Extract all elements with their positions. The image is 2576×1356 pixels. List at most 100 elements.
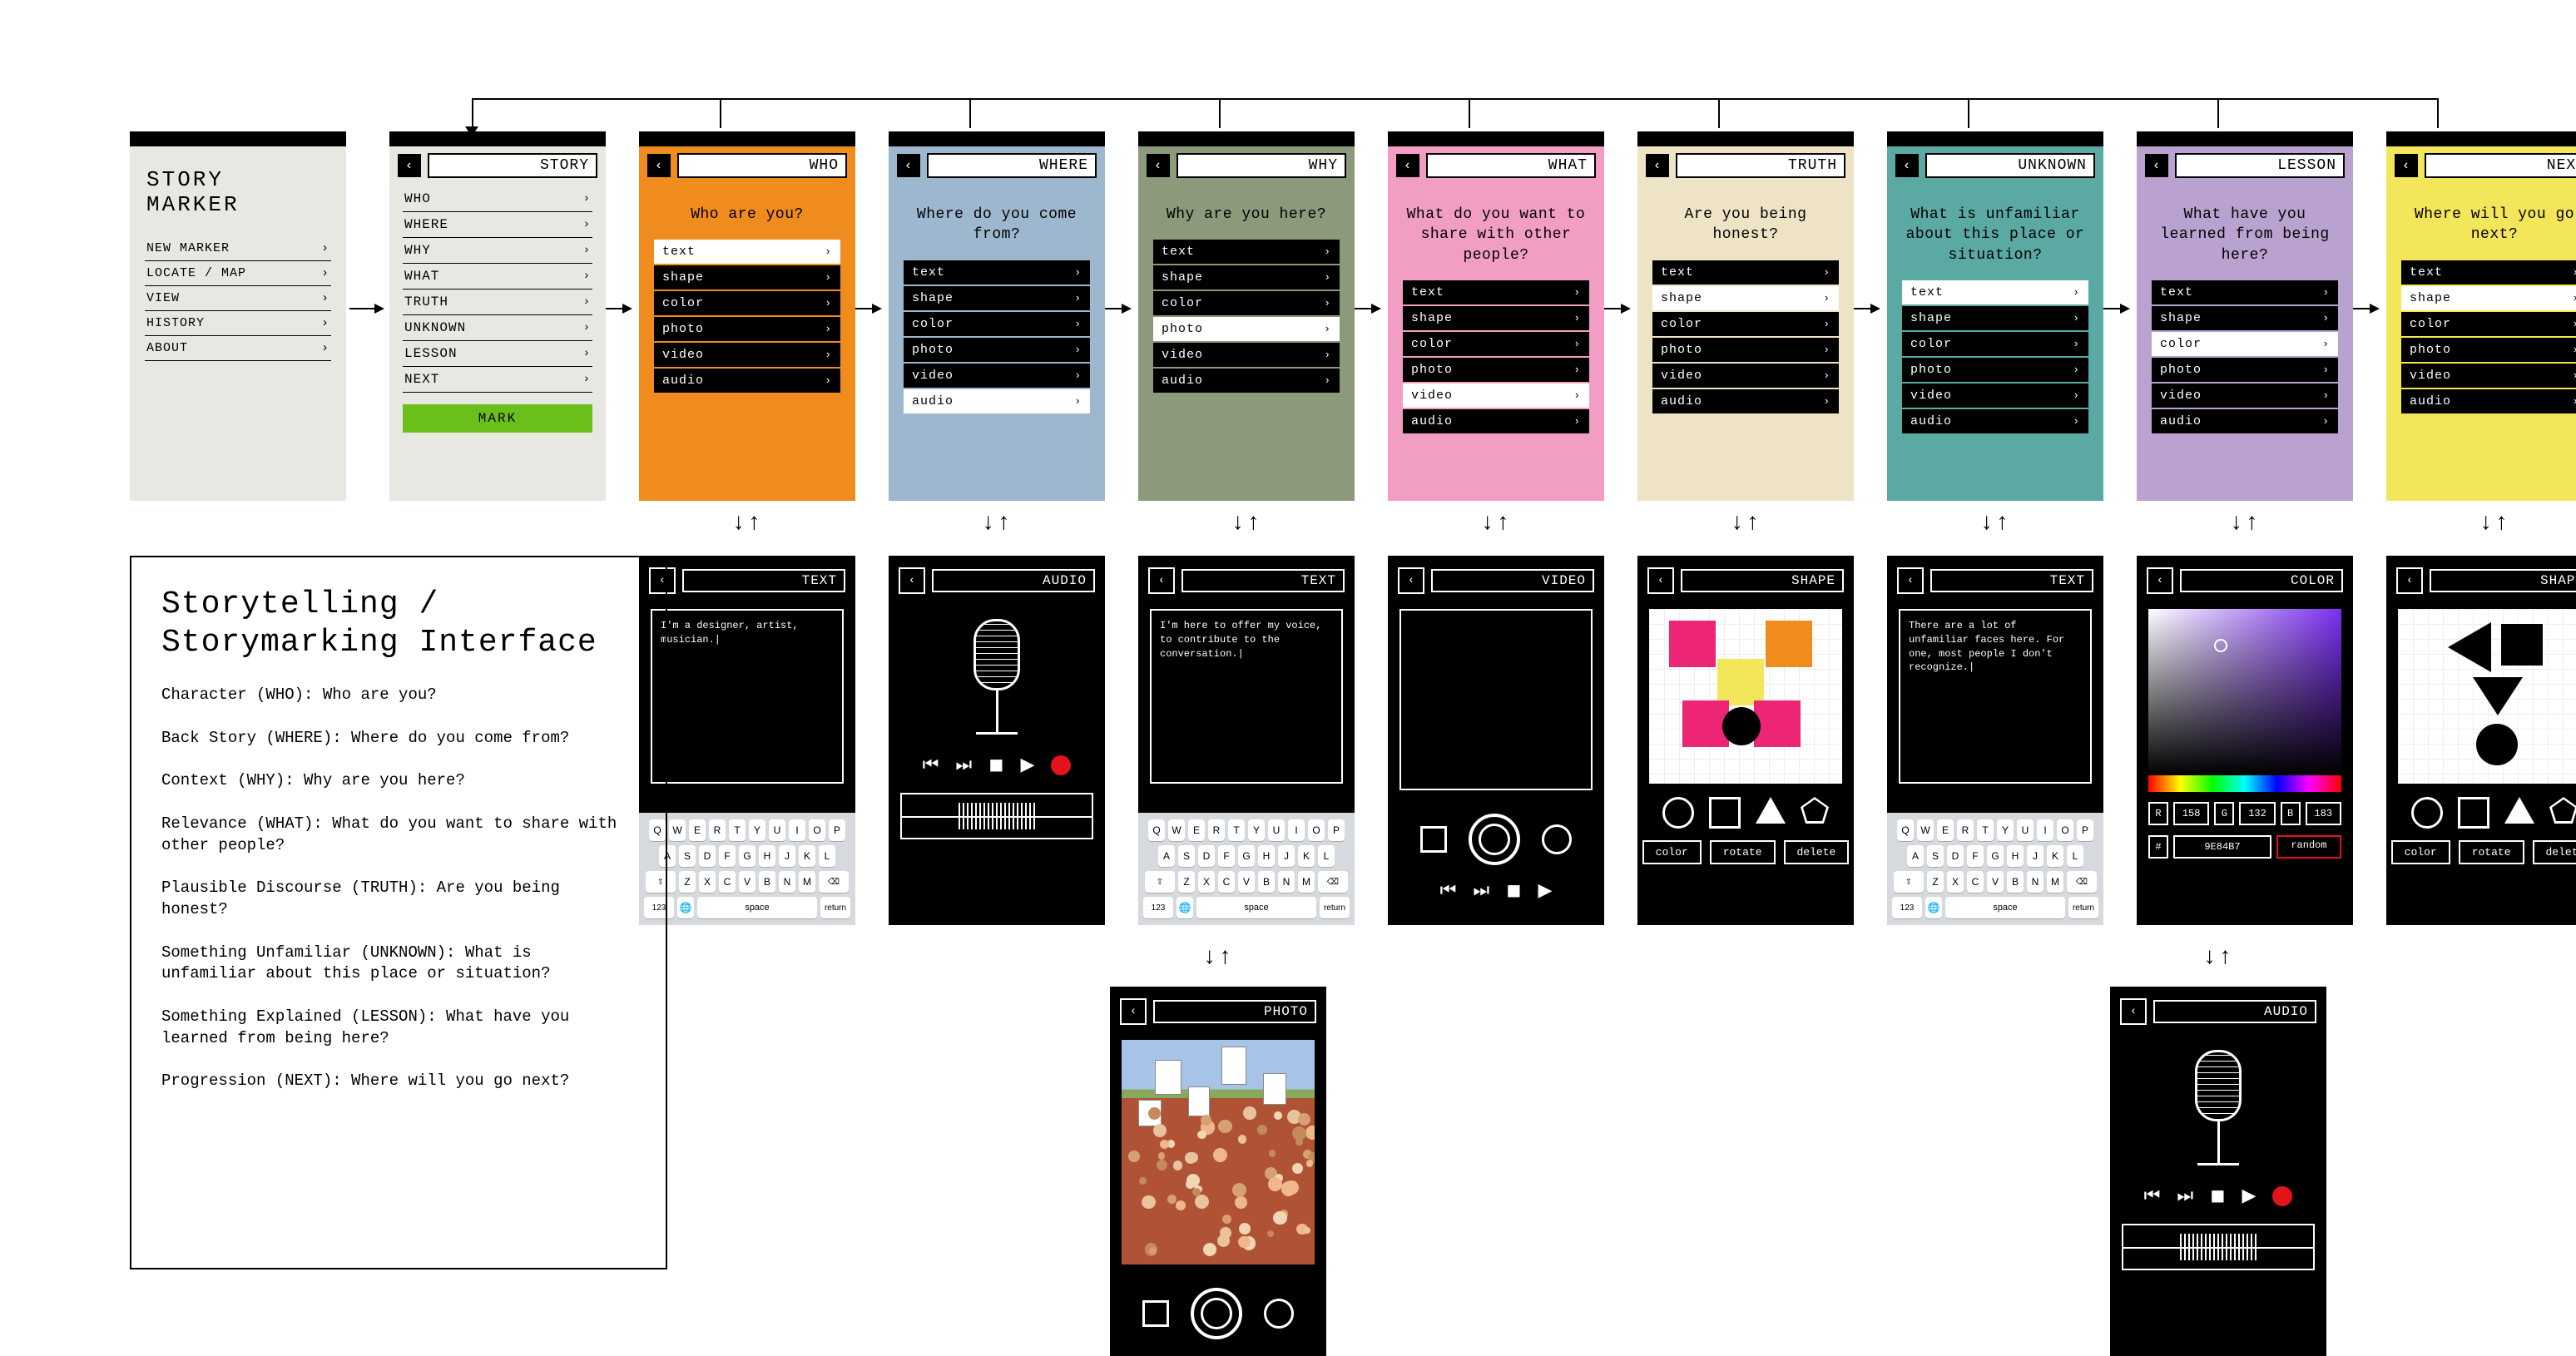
return-key[interactable]: return [2068, 897, 2098, 918]
key[interactable]: O [2057, 819, 2073, 841]
b-value[interactable]: 183 [2306, 802, 2341, 825]
stop-button[interactable]: ◼ [988, 755, 1003, 776]
play-button[interactable]: ▶ [1020, 755, 1034, 776]
g-value[interactable]: 132 [2239, 802, 2275, 825]
main-menu-item[interactable]: LOCATE / MAP› [145, 261, 331, 286]
shape-square[interactable] [2501, 624, 2543, 666]
key[interactable]: K [1298, 845, 1315, 867]
flip-camera-button[interactable] [1264, 1299, 1294, 1329]
key[interactable]: H [2007, 845, 2024, 867]
key[interactable]: N [2027, 871, 2043, 893]
key[interactable]: M [799, 871, 815, 893]
tool-triangle[interactable] [1756, 797, 1786, 824]
key[interactable]: O [809, 819, 825, 841]
back-button[interactable]: ‹ [899, 567, 925, 594]
media-option-shape[interactable]: shape› [1652, 286, 1839, 310]
key[interactable]: H [759, 845, 775, 867]
media-option-text[interactable]: text› [2401, 260, 2576, 285]
media-option-photo[interactable]: photo› [1902, 358, 2088, 382]
rotate-button[interactable]: rotate [2459, 840, 2524, 864]
space-key[interactable]: space [697, 897, 817, 918]
prev-button[interactable]: ⏮ [2144, 1186, 2161, 1207]
key[interactable]: S [679, 845, 696, 867]
media-option-video[interactable]: video› [654, 343, 840, 367]
back-button[interactable]: ‹ [647, 154, 671, 177]
key[interactable]: B [2007, 871, 2024, 893]
return-key[interactable]: return [820, 897, 850, 918]
media-option-audio[interactable]: audio› [2152, 409, 2338, 433]
key[interactable]: C [1218, 871, 1235, 893]
media-option-photo[interactable]: photo› [1153, 317, 1340, 341]
shutter-button[interactable] [1469, 814, 1520, 865]
key[interactable]: Z [679, 871, 696, 893]
shape-square[interactable] [1754, 700, 1801, 747]
main-menu-item[interactable]: NEW MARKER› [145, 236, 331, 261]
key[interactable]: R [709, 819, 726, 841]
return-key[interactable]: return [1320, 897, 1350, 918]
media-option-shape[interactable]: shape› [1153, 265, 1340, 290]
media-option-text[interactable]: text› [654, 240, 840, 264]
play-button[interactable]: ▶ [1538, 880, 1552, 902]
globe-key[interactable]: 🌐 [1177, 897, 1193, 918]
key[interactable]: F [1218, 845, 1235, 867]
main-menu-item[interactable]: ABOUT› [145, 336, 331, 361]
tool-circle[interactable] [1662, 797, 1694, 829]
media-option-video[interactable]: video› [1403, 384, 1589, 408]
story-menu-item[interactable]: WHO› [403, 186, 592, 212]
key[interactable]: L [1318, 845, 1335, 867]
tool-circle[interactable] [2411, 797, 2443, 829]
key[interactable]: U [769, 819, 785, 841]
media-option-audio[interactable]: audio› [1153, 369, 1340, 393]
media-option-audio[interactable]: audio› [1652, 389, 1839, 413]
media-option-color[interactable]: color› [1902, 332, 2088, 356]
key[interactable]: T [1228, 819, 1245, 841]
hue-slider[interactable] [2148, 775, 2341, 792]
next-button[interactable]: ⏭ [1473, 881, 1489, 902]
color-button[interactable]: color [1642, 840, 1702, 864]
key[interactable]: F [1967, 845, 1984, 867]
back-button[interactable]: ‹ [1398, 567, 1424, 594]
media-option-shape[interactable]: shape› [654, 265, 840, 290]
media-option-audio[interactable]: audio› [1403, 409, 1589, 433]
media-option-shape[interactable]: shape› [1403, 306, 1589, 330]
media-option-video[interactable]: video› [1902, 384, 2088, 408]
story-menu-item[interactable]: WHAT› [403, 264, 592, 290]
key[interactable]: G [739, 845, 755, 867]
media-option-audio[interactable]: audio› [1902, 409, 2088, 433]
media-option-photo[interactable]: photo› [2401, 338, 2576, 362]
media-option-color[interactable]: color› [654, 291, 840, 315]
key[interactable]: J [2027, 845, 2043, 867]
shape-triangle[interactable] [2448, 622, 2491, 672]
globe-key[interactable]: 🌐 [677, 897, 694, 918]
key[interactable]: I [2037, 819, 2053, 841]
key[interactable]: K [2047, 845, 2063, 867]
key[interactable]: W [1917, 819, 1934, 841]
key[interactable]: S [1178, 845, 1195, 867]
key[interactable]: D [699, 845, 716, 867]
shape-triangle[interactable] [2473, 677, 2523, 715]
record-button[interactable] [1051, 755, 1071, 775]
backspace-key[interactable]: ⌫ [1318, 871, 1348, 893]
media-option-text[interactable]: text› [1652, 260, 1839, 285]
media-option-video[interactable]: video› [904, 364, 1090, 388]
key[interactable]: X [1947, 871, 1964, 893]
key[interactable]: D [1947, 845, 1964, 867]
key[interactable]: B [759, 871, 775, 893]
story-menu-item[interactable]: WHY› [403, 238, 592, 264]
play-button[interactable]: ▶ [2242, 1185, 2256, 1207]
story-menu-item[interactable]: WHERE› [403, 212, 592, 238]
media-option-shape[interactable]: shape› [2152, 306, 2338, 330]
shape-canvas[interactable] [2398, 609, 2576, 784]
keyboard[interactable]: QWERTYUIOPASDFGHJKL⇧ZXCVBNM⌫123🌐spaceret… [1887, 813, 2103, 925]
key[interactable]: Z [1178, 871, 1195, 893]
shape-square[interactable] [1669, 621, 1716, 667]
shift-key[interactable]: ⇧ [1145, 871, 1175, 893]
back-button[interactable]: ‹ [1895, 154, 1919, 177]
key[interactable]: C [719, 871, 736, 893]
media-option-video[interactable]: video› [2152, 384, 2338, 408]
key[interactable]: X [1198, 871, 1215, 893]
next-button[interactable]: ⏭ [955, 755, 972, 776]
color-cursor[interactable] [2214, 639, 2227, 652]
media-option-shape[interactable]: shape› [2401, 286, 2576, 310]
gallery-button[interactable] [1420, 826, 1447, 853]
